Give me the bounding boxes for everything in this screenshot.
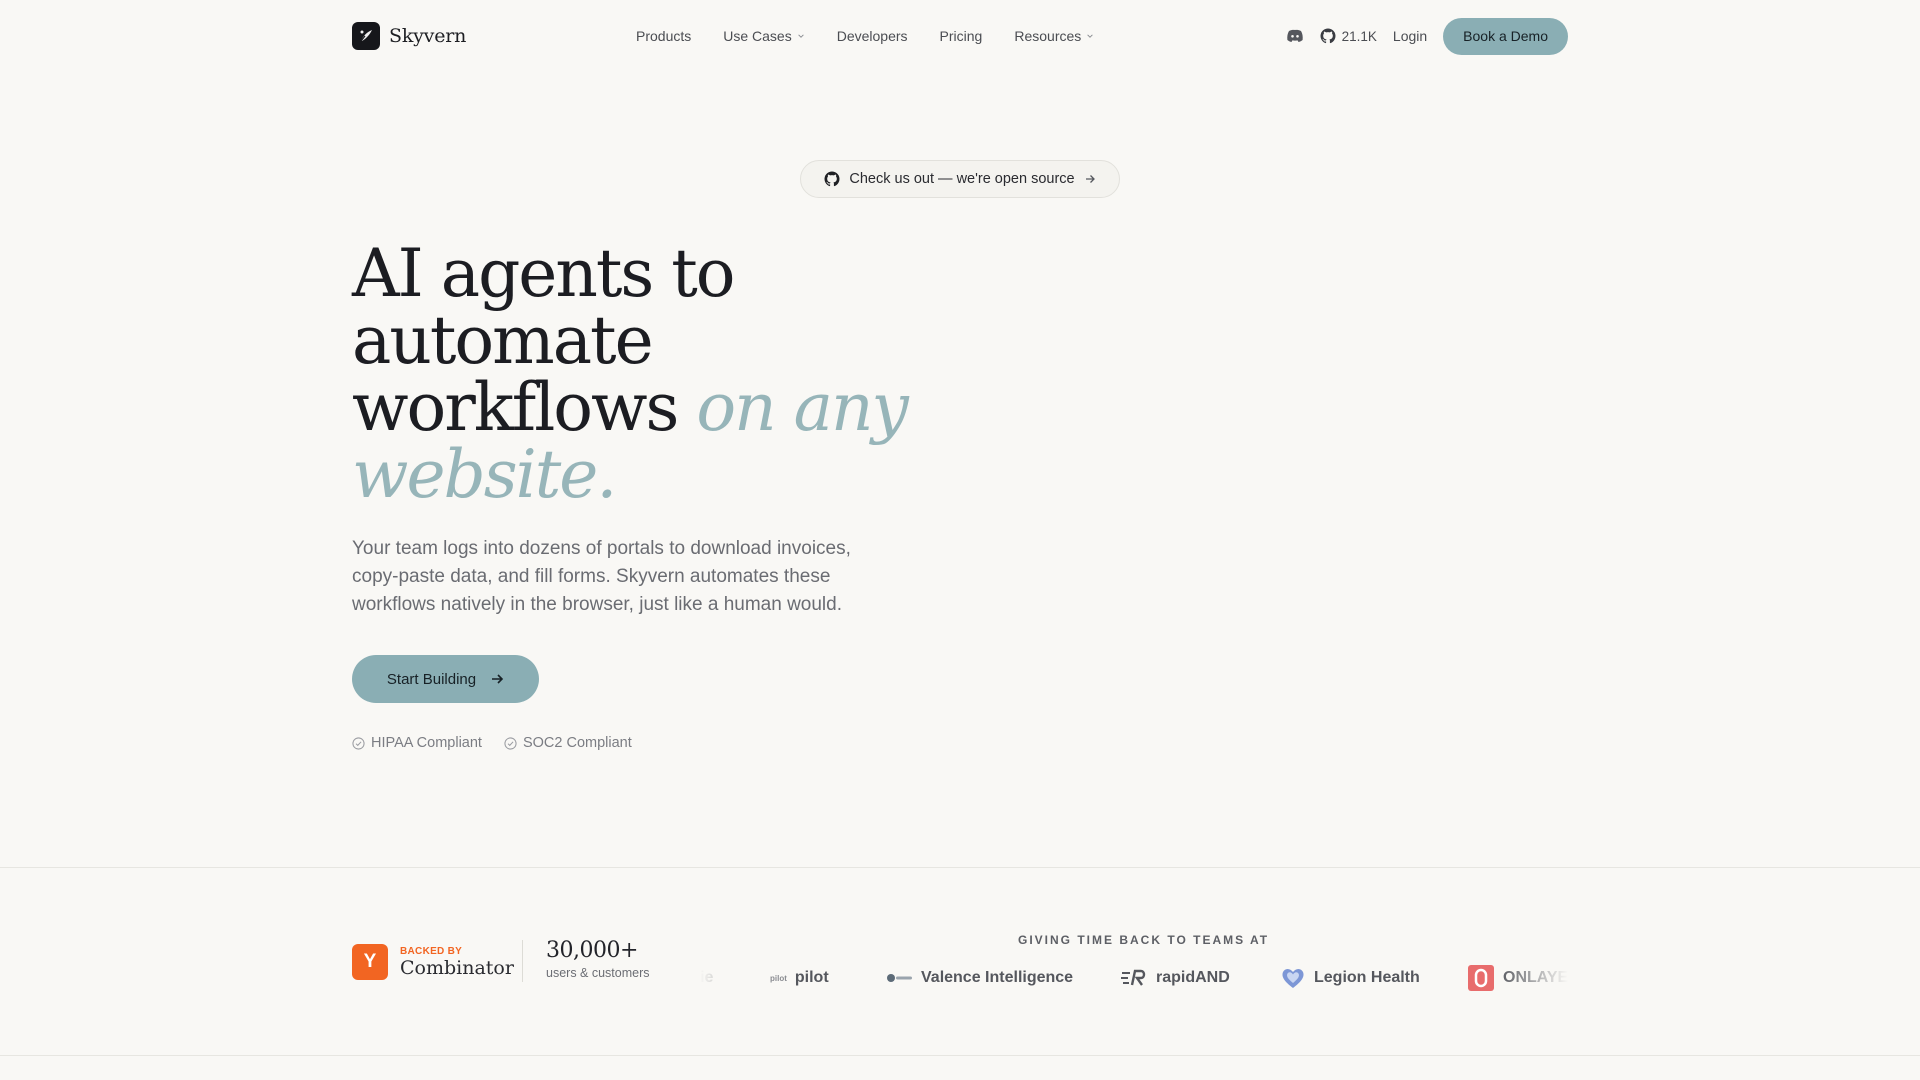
chevron-down-icon xyxy=(1087,34,1094,38)
nav-link-label: Pricing xyxy=(939,28,983,44)
backed-by-label: BACKED BY xyxy=(400,945,463,957)
customer-logo: Valence Intelligence xyxy=(885,963,1073,993)
customer-logo: pilot pilot xyxy=(770,963,829,993)
github-stars-button[interactable]: 21.1K xyxy=(1320,28,1377,44)
arrow-right-icon xyxy=(1085,175,1095,183)
hipaa-label: HIPAA Compliant xyxy=(371,735,482,751)
check-circle-icon xyxy=(352,736,365,750)
chevron-down-icon xyxy=(797,34,804,38)
open-source-pill[interactable]: Check us out — we're open source xyxy=(800,160,1120,198)
customer-logo-name: Valence Intelligence xyxy=(921,969,1074,986)
soc2-badge: SOC2 Compliant xyxy=(504,735,632,751)
nav-link-developers[interactable]: Developers xyxy=(837,28,908,44)
hipaa-badge: HIPAA Compliant xyxy=(352,735,482,751)
brand[interactable]: Skyvern xyxy=(352,22,466,50)
brand-name: Skyvern xyxy=(389,25,467,47)
login-link[interactable]: Login xyxy=(1393,28,1427,44)
github-icon xyxy=(1320,28,1336,44)
nav-link-label: Use Cases xyxy=(723,28,792,44)
user-count-label: users & customers xyxy=(546,966,650,980)
github-icon xyxy=(824,171,840,187)
section-divider xyxy=(0,867,1920,868)
valence-logo-icon xyxy=(887,974,912,982)
onlayer-logo-icon xyxy=(1468,965,1494,991)
customer-logo: rapidAND xyxy=(1120,963,1230,993)
customer-logo-name: ie xyxy=(700,969,714,986)
top-nav: Skyvern Products Use Cases Developers Pr… xyxy=(352,17,1568,55)
github-stars-count: 21.1K xyxy=(1341,28,1377,44)
yc-backed-badge: Y BACKED BY Combinator xyxy=(352,944,514,980)
nav-link-products[interactable]: Products xyxy=(636,28,691,44)
yc-text: BACKED BY Combinator xyxy=(400,946,514,979)
vertical-divider xyxy=(522,940,523,982)
start-building-label: Start Building xyxy=(386,670,477,688)
customer-logo-name: pilot xyxy=(794,969,829,986)
nav-link-resources[interactable]: Resources xyxy=(1014,28,1094,44)
skyvern-logo-icon xyxy=(352,22,380,50)
customer-logo: ONLAYE xyxy=(1467,963,1568,993)
discord-icon xyxy=(1286,29,1303,42)
customer-logo-name: rapidAND xyxy=(1156,969,1230,986)
hero-subtitle: Your team logs into dozens of portals to… xyxy=(352,538,851,615)
section-divider xyxy=(0,1055,1920,1056)
logos-heading: GIVING TIME BACK TO TEAMS AT xyxy=(1018,933,1270,947)
hero-title-line: AI agents to xyxy=(352,235,736,312)
customer-logo-marquee: ie pilot pilot Valence Intelligence rapi… xyxy=(700,963,1568,993)
book-demo-button[interactable]: Book a Demo xyxy=(1443,17,1568,55)
compliance-badges: HIPAA Compliant SOC2 Compliant xyxy=(352,735,632,751)
soc2-label: SOC2 Compliant xyxy=(522,735,632,751)
hero-title-accent: website. xyxy=(352,436,617,513)
rapidand-logo-icon xyxy=(1121,969,1146,986)
discord-button[interactable] xyxy=(1286,29,1304,43)
nav-link-label: Products xyxy=(636,28,692,44)
hero-title-line: workflows xyxy=(352,369,679,446)
user-stats: 30,000+ users & customers xyxy=(546,938,650,980)
nav-link-label: Resources xyxy=(1014,28,1082,44)
user-count: 30,000+ xyxy=(546,938,638,963)
start-building-button[interactable]: Start Building xyxy=(352,655,539,703)
nav-right: 21.1K Login Book a Demo xyxy=(1286,17,1568,55)
arrow-right-icon xyxy=(492,674,504,684)
customer-logo-name: ONLAYE xyxy=(1503,969,1568,986)
check-circle-icon xyxy=(504,736,517,750)
legion-health-logo-icon xyxy=(1282,969,1304,988)
pilot-logo-icon: pilot xyxy=(770,973,787,983)
nav-links: Products Use Cases Developers Pricing Re… xyxy=(636,17,1094,55)
hero-title-accent: on any xyxy=(696,369,908,446)
combinator-label: Combinator xyxy=(400,956,514,979)
hero-title: AI agents to automate workflows on any w… xyxy=(352,240,912,508)
ycombinator-logo-icon: Y xyxy=(352,944,388,980)
customer-logo-name: Legion Health xyxy=(1314,969,1420,986)
customer-logo: ie xyxy=(700,963,713,993)
nav-link-label: Developers xyxy=(836,28,908,44)
open-source-label: Check us out — we're open source xyxy=(849,171,1075,187)
customer-logo: Legion Health xyxy=(1280,963,1420,993)
nav-link-use-cases[interactable]: Use Cases xyxy=(723,28,804,44)
nav-link-pricing[interactable]: Pricing xyxy=(940,28,983,44)
hero-title-line: automate xyxy=(352,302,654,379)
